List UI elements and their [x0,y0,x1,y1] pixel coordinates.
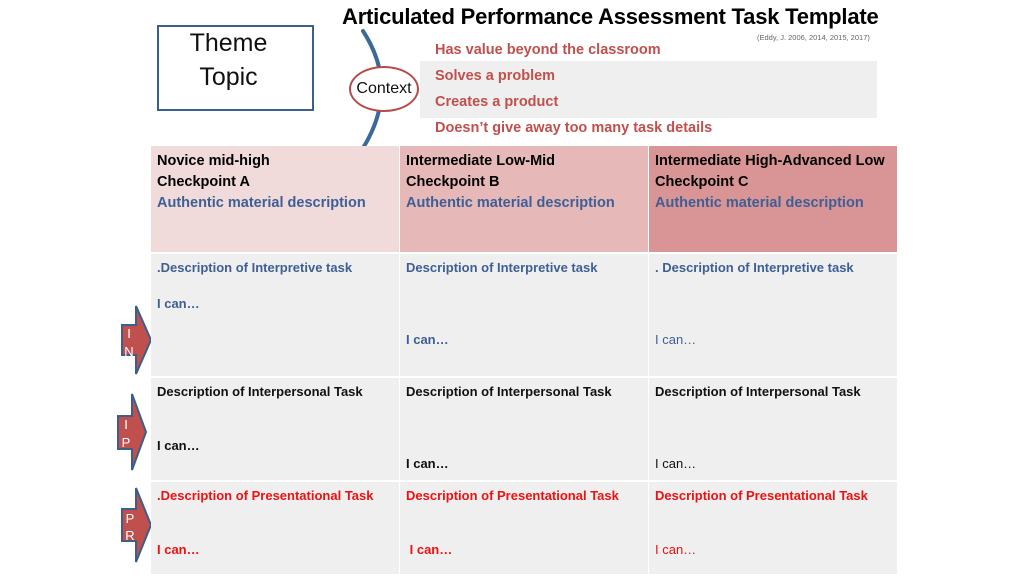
arrow-letter: N [124,344,133,359]
task-description: .Description of Interpretive task [157,260,353,275]
task-description: .Description of Presentational Task [157,488,374,503]
interpersonal-mode-arrow: I P [117,393,148,471]
context-ellipse: Context [349,66,419,112]
arrow-letter: I [127,326,131,341]
interpersonal-cell-a: Description of Interpersonal Task I can… [151,378,399,480]
presentational-cell-a: .Description of Presentational Task I ca… [151,482,399,574]
proficiency-level: Intermediate High-Advanced Low [655,153,885,169]
topic-label: Topic [199,63,258,91]
interpretive-cell-c: . Description of Interpretive task I can… [649,254,897,376]
arrow-letter: I [124,417,128,432]
interpersonal-cell-b: Description of Interpersonal Task I can… [400,378,648,480]
task-description: Description of Interpersonal Task [406,384,612,399]
task-description: Description of Interpersonal Task [157,384,363,399]
criteria-item: Creates a product [435,94,559,110]
i-can-statement: I can… [157,438,200,453]
interpretive-cell-b: Description of Interpretive task I can… [400,254,648,376]
i-can-statement: I can… [157,542,200,557]
arrow-letter: P [126,511,135,526]
proficiency-level: Intermediate Low-Mid [406,153,556,169]
i-can-statement: I can… [406,456,449,471]
task-description: Description of Interpersonal Task [655,384,861,399]
authentic-material-label: Authentic material description [406,195,615,211]
proficiency-level: Novice mid-high [157,153,270,169]
criteria-item: Has value beyond the classroom [435,42,661,58]
header-checkpoint-b: Intermediate Low-Mid Checkpoint B Authen… [400,146,648,252]
task-description: Description of Interpretive task [406,260,598,275]
arrow-letter: P [122,435,131,450]
header-checkpoint-a: Novice mid-high Checkpoint A Authentic m… [151,146,399,252]
header-checkpoint-c: Intermediate High-Advanced Low Checkpoin… [649,146,897,252]
checkpoint-label: Checkpoint B [406,174,500,190]
checkpoint-label: Checkpoint A [157,174,250,190]
context-label: Context [356,80,412,97]
theme-topic-box: Theme Topic [157,25,314,111]
task-description: . Description of Interpretive task [655,260,854,275]
i-can-statement: I can… [655,542,697,557]
i-can-statement: I can… [406,542,453,557]
interpersonal-cell-c: Description of Interpersonal Task I can… [649,378,897,480]
task-description: Description of Presentational Task [406,488,619,503]
i-can-statement: I can… [406,332,449,347]
authentic-material-label: Authentic material description [655,195,864,211]
interpretive-mode-arrow: I N [121,305,153,375]
task-template-table: Novice mid-high Checkpoint A Authentic m… [151,146,897,574]
i-can-statement: I can… [157,296,200,311]
i-can-statement: I can… [655,332,697,347]
citation: (Eddy, J. 2006, 2014, 2015, 2017) [757,33,870,42]
task-description: Description of Presentational Task [655,488,868,503]
page-title: Articulated Performance Assessment Task … [342,4,879,29]
interpretive-cell-a: .Description of Interpretive task I can… [151,254,399,376]
theme-label: Theme [189,29,268,57]
arrow-letter: R [125,528,134,543]
authentic-material-label: Authentic material description [157,195,366,211]
presentational-cell-c: Description of Presentational Task I can… [649,482,897,574]
arrow-shape [117,393,148,471]
checkpoint-label: Checkpoint C [655,174,749,190]
presentational-cell-b: Description of Presentational Task I can… [400,482,648,574]
criteria-item: Solves a problem [435,68,556,84]
presentational-mode-arrow: P R [121,487,153,563]
criteria-list: Has value beyond the classroom Solves a … [435,40,712,144]
criteria-item: Doesn’t give away too many task details [435,120,713,136]
i-can-statement: I can… [655,456,697,471]
